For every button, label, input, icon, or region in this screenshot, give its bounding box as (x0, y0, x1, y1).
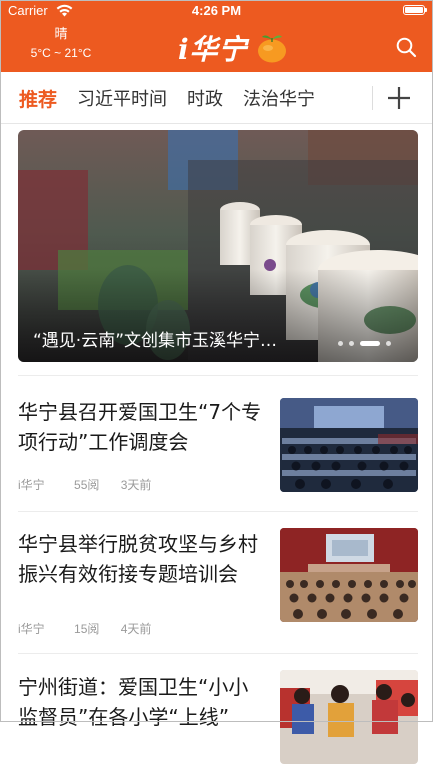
news-source: i华宁 (18, 478, 45, 492)
news-time: 3天前 (120, 478, 152, 492)
news-thumbnail (280, 670, 418, 764)
app-logo: i华宁 (178, 28, 290, 68)
list-divider (18, 375, 418, 376)
news-source: i华宁 (18, 622, 45, 636)
carousel-indicator (338, 340, 397, 346)
weather-temperature: 5°C ~ 21°C (30, 46, 92, 60)
carousel-dot-active (360, 340, 380, 346)
app-header: Carrier 4:26 PM 晴 5°C ~ 21°C i华宁 (0, 0, 433, 72)
search-icon[interactable] (395, 36, 417, 58)
list-divider (18, 653, 418, 654)
banner-caption: “遇见·云南”文创集市玉溪华宁… (33, 331, 278, 351)
carousel-dot (386, 340, 391, 346)
training-session-photo (280, 528, 418, 622)
weather-widget[interactable]: 晴 5°C ~ 21°C (18, 26, 104, 62)
plus-icon[interactable] (385, 84, 413, 112)
weather-condition: 晴 (54, 27, 68, 42)
battery-icon (403, 5, 427, 15)
news-thumbnail (280, 398, 418, 492)
news-read-count: 15阅 (74, 622, 100, 636)
meeting-hall-photo (280, 398, 418, 492)
carousel-dot (338, 340, 343, 346)
tab-recommended[interactable]: 推荐 (19, 85, 57, 112)
channel-tab-bar: 推荐 习近平时间 时政 法治华宁 (0, 72, 433, 124)
channel-tabs: 推荐 习近平时间 时政 法治华宁 (0, 72, 368, 124)
news-title: 华宁县举行脱贫攻坚与乡村振兴有效衔接专题培训会 (18, 532, 258, 586)
news-time: 4天前 (120, 622, 152, 636)
list-divider (18, 511, 418, 512)
news-meta: i华宁 55阅 3天前 (18, 476, 151, 493)
schoolchildren-photo (280, 670, 418, 764)
orange-fruit-icon (257, 35, 286, 63)
news-read-count: 55阅 (74, 478, 100, 492)
tab-rule-of-law[interactable]: 法治华宁 (243, 85, 315, 111)
tab-politics[interactable]: 时政 (187, 85, 223, 111)
news-meta: i华宁 15阅 4天前 (18, 620, 151, 637)
status-time: 4:26 PM (191, 3, 242, 18)
news-thumbnail (280, 528, 418, 622)
tab-xi-time[interactable]: 习近平时间 (77, 85, 167, 111)
status-bar: Carrier 4:26 PM (0, 0, 433, 22)
news-title: 宁州街道：爱国卫生“小小监督员”在各小学“上线” (18, 675, 249, 729)
banner-carousel[interactable]: “遇见·云南”文创集市玉溪华宁… (18, 130, 418, 362)
tabs-divider (372, 86, 373, 110)
carousel-dot (349, 340, 354, 346)
news-title: 华宁县召开爱国卫生“7个专项行动”工作调度会 (18, 400, 262, 454)
logo-text: i华宁 (178, 33, 248, 66)
